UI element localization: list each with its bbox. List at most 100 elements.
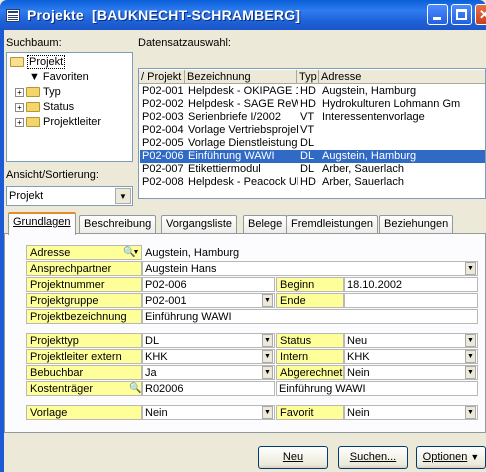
table-row[interactable]: P02-008 Helpdesk - Peacock Ultra VGHD Arbe… bbox=[140, 176, 485, 189]
chevron-down-icon[interactable]: ▼ bbox=[115, 188, 131, 204]
table-cell: DL bbox=[300, 137, 315, 149]
table-row[interactable]: P02-004 Vorlage Vertriebsprojekt VT bbox=[140, 124, 485, 137]
table-cell: Helpdesk - SAGE ReWe 3.0 bbox=[188, 98, 298, 110]
tree-item-label: Typ bbox=[43, 86, 61, 98]
optionen-button[interactable]: Optionen ▼ bbox=[416, 446, 486, 469]
table-row[interactable]: P02-007 Etikettiermodul DL Arber, Sauerlach bbox=[140, 163, 485, 176]
folder-icon bbox=[26, 102, 40, 112]
tree-item-projektleiter[interactable]: + Projektleiter bbox=[15, 115, 101, 129]
favorit-select[interactable]: Nein bbox=[344, 405, 478, 420]
chevron-down-icon[interactable]: ▼ bbox=[262, 366, 273, 379]
table-cell: P02-001 bbox=[142, 85, 184, 97]
projekttyp-select[interactable]: DL bbox=[142, 333, 275, 348]
close-icon: ✕ bbox=[479, 7, 486, 22]
favorit-label: Favorit bbox=[276, 405, 344, 420]
table-cell: P02-006 bbox=[142, 150, 184, 162]
table-cell: Vorlage Vertriebsprojekt bbox=[188, 124, 298, 136]
table-cell: P02-007 bbox=[142, 163, 184, 175]
tab-label: Beziehungen bbox=[384, 218, 449, 230]
tab-label: Belege bbox=[248, 218, 283, 230]
projektbezeichnung-label: Projektbezeichnung bbox=[26, 309, 142, 324]
magnifier-icon[interactable]: 🔍 bbox=[129, 382, 141, 395]
tab-label: Vorgangsliste bbox=[166, 218, 233, 230]
projektnummer-field[interactable]: P02-006 bbox=[142, 277, 275, 292]
maximize-button[interactable] bbox=[451, 4, 472, 25]
tree-item-status[interactable]: + Status bbox=[15, 100, 74, 114]
chevron-down-icon[interactable]: ▼ bbox=[262, 294, 273, 307]
kostentraeger-label: Kostenträger bbox=[26, 381, 142, 396]
adresse-value[interactable]: Augstein, Hamburg bbox=[142, 245, 478, 260]
table-cell: HD bbox=[300, 85, 316, 97]
title-bar: Projekte [BAUKNECHT-SCHRAMBERG] ✕ bbox=[0, 0, 486, 30]
ende-field[interactable] bbox=[344, 293, 478, 308]
table-cell: HD bbox=[300, 176, 316, 188]
suchen-button[interactable]: Suchen... bbox=[338, 446, 408, 469]
table-row[interactable]: P02-002 Helpdesk - SAGE ReWe 3.0HD Hydroku… bbox=[140, 98, 485, 111]
table-cell bbox=[320, 137, 485, 150]
tab-beziehungen[interactable]: Beziehungen bbox=[379, 215, 454, 234]
table-cell: Interessentenvorlage bbox=[322, 111, 425, 123]
expand-icon[interactable]: + bbox=[15, 117, 24, 127]
tab-belege[interactable]: Belege bbox=[243, 215, 288, 234]
expand-icon[interactable]: + bbox=[15, 87, 24, 97]
chevron-down-icon[interactable]: ▼ bbox=[465, 334, 476, 347]
column-header-adresse[interactable]: Adresse bbox=[319, 70, 485, 84]
chevron-down-icon[interactable]: ▼ bbox=[465, 366, 476, 379]
neu-button[interactable]: Neu bbox=[258, 446, 328, 469]
projektbezeichnung-field[interactable]: Einführung WAWI bbox=[142, 309, 478, 324]
intern-select[interactable]: KHK bbox=[344, 349, 478, 364]
tree-item-label: Favoriten bbox=[42, 71, 89, 83]
record-grid[interactable]: / Projekt Bezeichnung Typ Adresse P02-00… bbox=[138, 68, 486, 199]
folder-icon bbox=[26, 87, 40, 97]
table-row[interactable]: P02-006 Einführung WAWI DL Augstein, Hambur… bbox=[140, 150, 485, 163]
expand-icon[interactable]: + bbox=[15, 102, 24, 112]
filter-icon: ▼ bbox=[29, 71, 40, 83]
projektgruppe-select[interactable]: P02-001 bbox=[142, 293, 275, 308]
tree-item-projekt[interactable]: Projekt bbox=[10, 55, 66, 69]
table-cell: Arber, Sauerlach bbox=[322, 176, 404, 188]
close-button[interactable]: ✕ bbox=[475, 4, 486, 25]
minimize-icon bbox=[433, 17, 441, 20]
chevron-down-icon[interactable]: ▼ bbox=[465, 350, 476, 363]
status-select[interactable]: Neu bbox=[344, 333, 478, 348]
table-cell: VT bbox=[300, 124, 315, 136]
abgerechnet-select[interactable]: Nein bbox=[344, 365, 478, 380]
chevron-down-icon[interactable]: ▼ bbox=[262, 334, 273, 347]
tab-vorgangsliste[interactable]: Vorgangsliste bbox=[161, 215, 238, 234]
chevron-down-icon[interactable]: ▼ bbox=[131, 246, 141, 259]
tab-beschreibung[interactable]: Beschreibung bbox=[79, 215, 157, 234]
column-header-typ[interactable]: Typ bbox=[297, 70, 319, 84]
beginn-field[interactable]: 18.10.2002 bbox=[344, 277, 478, 292]
table-cell: P02-002 bbox=[142, 98, 184, 110]
grid-label: Datensatzauswahl: bbox=[138, 37, 231, 49]
vorlage-select[interactable]: Nein bbox=[142, 405, 275, 420]
tree-item-favoriten[interactable]: ▼ Favoriten bbox=[29, 70, 89, 84]
table-cell: Vorlage Dienstleistungsproje bbox=[188, 137, 298, 149]
adresse-label-text: Adresse bbox=[30, 247, 71, 259]
table-row[interactable]: P02-001 Helpdesk - OKIPAGE 14eHD Augstein,… bbox=[140, 85, 485, 98]
column-header-bezeichnung[interactable]: Bezeichnung bbox=[185, 70, 297, 84]
projektleiter-select[interactable]: KHK bbox=[142, 349, 275, 364]
minimize-button[interactable] bbox=[427, 4, 448, 25]
column-header-projekt[interactable]: / Projekt bbox=[139, 70, 185, 84]
chevron-down-icon[interactable]: ▼ bbox=[465, 262, 476, 275]
tree-item-label: Projektleiter bbox=[43, 116, 102, 128]
ende-label: Ende bbox=[276, 293, 344, 308]
tree-item-label: Projekt bbox=[27, 55, 66, 69]
tab-grundlagen[interactable]: Grundlagen bbox=[8, 212, 76, 235]
tree-item-typ[interactable]: + Typ bbox=[15, 85, 61, 99]
kostentraeger-field[interactable]: R02006 bbox=[142, 381, 275, 396]
table-row[interactable]: P02-003 Serienbriefe I/2002 VT Interessente… bbox=[140, 111, 485, 124]
tab-fremdleistungen[interactable]: Fremdleistungen bbox=[286, 215, 378, 234]
bebuchbar-select[interactable]: Ja bbox=[142, 365, 275, 380]
ansprechpartner-select[interactable]: Augstein Hans bbox=[142, 261, 478, 276]
chevron-down-icon[interactable]: ▼ bbox=[262, 406, 273, 419]
sort-select[interactable]: Projekt ▼ bbox=[6, 186, 133, 206]
projekttyp-label: Projekttyp bbox=[26, 333, 142, 348]
search-tree[interactable]: Projekt ▼ Favoriten + Typ + Status + Pro… bbox=[6, 52, 133, 162]
status-label: Status bbox=[276, 333, 344, 348]
chevron-down-icon[interactable]: ▼ bbox=[262, 350, 273, 363]
table-row[interactable]: P02-005 Vorlage DienstleistungsprojeDL bbox=[140, 137, 485, 150]
chevron-down-icon[interactable]: ▼ bbox=[465, 406, 476, 419]
chevron-down-icon: ▼ bbox=[470, 452, 480, 462]
